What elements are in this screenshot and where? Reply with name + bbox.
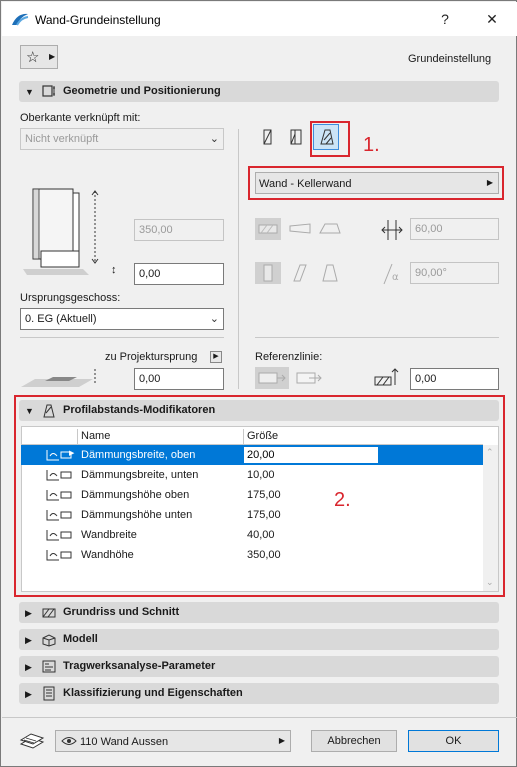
section-model[interactable]: ▶ Modell — [19, 629, 499, 650]
annotation-label-2: 2. — [334, 489, 351, 511]
project-zero-toggle-button[interactable]: ▶ — [210, 351, 222, 363]
polygonal-wall-icon[interactable] — [317, 218, 343, 240]
home-story-label: Ursprungsgeschoss: — [20, 292, 121, 304]
section-floorplan[interactable]: ▶ Grundriss und Schnitt — [19, 602, 499, 623]
annotation-box-2 — [14, 395, 505, 597]
composite-wall-icon[interactable] — [288, 128, 306, 146]
annotation-box-1 — [310, 121, 350, 157]
structural-icon — [42, 660, 56, 673]
layer-select[interactable]: 110 Wand Aussen ▶ — [55, 730, 291, 752]
model-icon — [42, 634, 56, 647]
cancel-button[interactable]: Abbrechen — [311, 730, 397, 752]
section-title: Tragwerksanalyse-Parameter — [63, 660, 216, 672]
collapse-arrow-icon: ▼ — [25, 87, 34, 97]
window-title: Wand-Grundeinstellung — [35, 13, 161, 27]
bottom-offset-field[interactable]: 0,00 — [134, 263, 224, 285]
home-story-select[interactable]: 0. EG (Aktuell) ⌄ — [20, 308, 224, 330]
reference-offset-field[interactable]: 0,00 — [410, 368, 499, 390]
expand-arrow-icon: ▶ — [25, 662, 32, 672]
straight-wall-icon — [258, 224, 278, 234]
angle-field[interactable]: 90,00° — [410, 262, 499, 284]
favorites-button[interactable]: ☆ ▶ — [20, 45, 58, 69]
section-title: Geometrie und Positionierung — [63, 85, 221, 97]
geometry-icon — [42, 85, 55, 97]
chevron-right-icon: ▶ — [49, 52, 56, 61]
double-slanted-wall-icon[interactable] — [317, 262, 343, 284]
thickness-icon — [381, 220, 403, 240]
home-story-value: 0. EG (Aktuell) — [25, 313, 97, 325]
top-linked-label: Oberkante verknüpft mit: — [20, 112, 141, 124]
slanted-wall-icon[interactable] — [287, 262, 313, 284]
section-title: Klassifizierung und Eigenschaften — [63, 687, 243, 699]
straight-wall-button[interactable] — [255, 218, 281, 240]
divider — [255, 337, 499, 338]
ok-button[interactable]: OK — [408, 730, 499, 752]
floorplan-icon — [42, 608, 56, 618]
trapezoid-wall-icon[interactable] — [287, 218, 313, 240]
reference-outside-icon — [258, 372, 286, 384]
top-linked-value: Nicht verknüpft — [25, 133, 99, 145]
project-zero-label: zu Projektursprung — [105, 351, 198, 363]
dialog-window: Wand-Grundeinstellung ? ✕ ☆ ▶ Grundeinst… — [0, 0, 517, 767]
title-bar: Wand-Grundeinstellung ? ✕ — [2, 2, 517, 36]
star-icon: ☆ — [26, 49, 40, 66]
section-classification[interactable]: ▶ Klassifizierung und Eigenschaften — [19, 683, 499, 704]
thickness-field[interactable]: 60,00 — [410, 218, 499, 240]
annotation-label-1: 1. — [363, 134, 380, 156]
project-zero-preview-icon — [21, 369, 96, 387]
reference-offset-icon — [374, 368, 399, 386]
divider — [238, 129, 239, 389]
reference-outside-button[interactable] — [255, 367, 289, 389]
expand-arrow-icon: ▶ — [25, 689, 32, 699]
offset-arrows-icon: ↕ — [111, 264, 117, 276]
vertical-wall-button[interactable] — [255, 262, 281, 284]
help-button[interactable]: ? — [430, 8, 460, 30]
project-zero-field[interactable]: 0,00 — [134, 368, 224, 390]
close-button[interactable]: ✕ — [477, 8, 507, 30]
expand-arrow-icon: ▶ — [25, 635, 32, 645]
chevron-right-icon: ▶ — [278, 736, 285, 745]
reference-inside-icon[interactable] — [293, 367, 327, 389]
classification-icon — [43, 686, 55, 701]
wall-height-field[interactable]: 350,00 — [134, 219, 224, 241]
footer-divider — [2, 717, 517, 718]
chevron-down-icon: ⌄ — [209, 133, 219, 145]
svg-text:α: α — [392, 272, 399, 283]
preset-name: Grundeinstellung — [408, 53, 492, 65]
section-title: Grundriss und Schnitt — [63, 606, 180, 618]
top-linked-select[interactable]: Nicht verknüpft ⌄ — [20, 128, 224, 150]
expand-arrow-icon: ▶ — [25, 608, 32, 618]
chevron-down-icon: ⌄ — [209, 313, 219, 325]
section-geometry[interactable]: ▼ Geometrie und Positionierung — [19, 81, 499, 102]
vertical-wall-icon — [263, 264, 273, 282]
basic-wall-icon[interactable] — [260, 128, 276, 146]
section-structural[interactable]: ▶ Tragwerksanalyse-Parameter — [19, 656, 499, 677]
app-logo-icon — [12, 13, 29, 26]
divider — [20, 337, 224, 338]
slant-angle-icon: α — [383, 263, 399, 285]
section-title: Modell — [63, 633, 98, 645]
layers-icon — [19, 733, 45, 749]
wall-height-preview-icon — [23, 188, 99, 275]
annotation-box-profile — [248, 166, 504, 200]
eye-icon — [61, 737, 77, 745]
reference-line-label: Referenzlinie: — [255, 351, 323, 363]
layer-name: 110 Wand Aussen — [80, 736, 169, 748]
